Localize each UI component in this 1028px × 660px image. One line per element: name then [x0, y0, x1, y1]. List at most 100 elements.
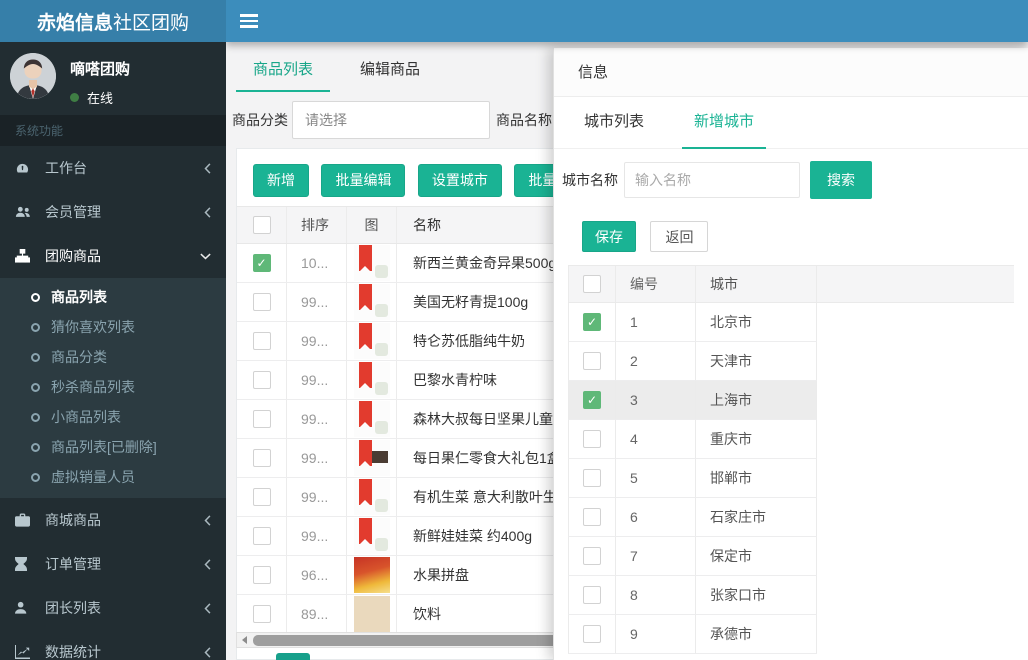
city-checkbox[interactable] [583, 469, 601, 487]
filler-cell [817, 459, 1014, 498]
dashboard-icon [15, 161, 37, 176]
row-checkbox[interactable] [252, 605, 271, 623]
city-row: 1 北京市 [568, 303, 1014, 342]
row-checkbox[interactable] [252, 371, 271, 389]
city-checkbox[interactable] [583, 352, 601, 370]
pagination-button[interactable] [276, 653, 310, 660]
city-select-all-checkbox[interactable] [583, 275, 601, 293]
category-filter-label: 商品分类 [232, 112, 288, 128]
submenu-item[interactable]: 商品列表[已删除] [0, 432, 226, 462]
city-table-header: 编号 城市 [568, 265, 1014, 303]
ribbon-tag-icon [358, 440, 372, 467]
row-checkbox[interactable] [252, 293, 271, 311]
product-thumb [353, 323, 390, 359]
city-checkbox[interactable] [583, 547, 601, 565]
row-checkbox[interactable] [252, 332, 271, 350]
chart-line-icon [15, 645, 37, 659]
scroll-left-arrow-icon[interactable] [237, 633, 251, 647]
sitemap-icon [15, 249, 37, 263]
product-thumb [353, 440, 390, 476]
search-button[interactable]: 搜索 [810, 161, 872, 199]
ribbon-tag-icon [358, 323, 372, 350]
circle-o-icon [31, 412, 40, 422]
city-checkbox[interactable] [583, 313, 601, 331]
tab-product-list[interactable]: 商品列表 [236, 50, 331, 92]
ribbon-tag-icon [358, 362, 372, 389]
row-checkbox[interactable] [252, 254, 271, 272]
sidebar-item-label: 订单管理 [45, 556, 101, 572]
submenu-item[interactable]: 秒杀商品列表 [0, 372, 226, 402]
city-name-cell: 上海市 [696, 381, 817, 420]
category-select-value: 请选择 [305, 112, 347, 128]
city-checkbox[interactable] [583, 391, 601, 409]
filler-cell [817, 420, 1014, 459]
circle-o-icon [31, 322, 40, 332]
city-id-cell: 2 [616, 342, 696, 381]
sidebar-item-group-products[interactable]: 团购商品 [0, 234, 226, 278]
tab-add-city[interactable]: 新增城市 [682, 97, 767, 149]
product-thumb [353, 245, 390, 281]
city-name-input[interactable] [624, 162, 800, 198]
modal-title: 信息 [554, 48, 1028, 97]
brand-logo[interactable]: 赤焰信息 社区团购 [0, 0, 226, 42]
product-thumb [353, 362, 390, 398]
sidebar-item-workbench[interactable]: 工作台 [0, 146, 226, 190]
filler-cell [817, 303, 1014, 342]
sidebar-item-leaders[interactable]: 团长列表 [0, 586, 226, 630]
sidebar-item-stats[interactable]: 数据统计 [0, 630, 226, 660]
sidebar-toggle-button[interactable] [226, 0, 272, 42]
status-label: 在线 [87, 91, 114, 106]
user-panel: 嘀嗒团购 在线 [0, 42, 226, 115]
row-checkbox[interactable] [252, 410, 271, 428]
city-checkbox[interactable] [583, 625, 601, 643]
back-button[interactable]: 返回 [650, 221, 709, 252]
modal-actions: 保存 返回 [554, 211, 1028, 262]
save-button[interactable]: 保存 [582, 221, 636, 252]
filter-bar: 商品分类 请选择 商品名称 [226, 100, 552, 140]
chevron-left-icon [204, 602, 211, 614]
product-thumb [353, 284, 390, 320]
sort-cell: 99... [287, 361, 347, 399]
ribbon-tag-icon [358, 284, 372, 311]
city-checkbox[interactable] [583, 430, 601, 448]
select-all-checkbox[interactable] [252, 216, 271, 234]
city-checkbox[interactable] [583, 586, 601, 604]
category-select[interactable]: 请选择 [292, 101, 490, 139]
tab-edit-product[interactable]: 编辑商品 [343, 50, 437, 92]
row-checkbox[interactable] [252, 566, 271, 584]
sort-cell: 10... [287, 244, 347, 282]
sidebar-item-mall-products[interactable]: 商城商品 [0, 498, 226, 542]
city-id-cell: 9 [616, 615, 696, 654]
city-name-cell: 石家庄市 [696, 498, 817, 537]
tab-city-list[interactable]: 城市列表 [572, 97, 656, 149]
city-name-cell: 重庆市 [696, 420, 817, 459]
city-id-cell: 4 [616, 420, 696, 459]
submenu-item[interactable]: 虚拟销量人员 [0, 462, 226, 492]
submenu-item[interactable]: 小商品列表 [0, 402, 226, 432]
chevron-left-icon [204, 514, 211, 526]
batch-edit-button[interactable]: 批量编辑 [321, 164, 406, 197]
chevron-down-icon [200, 253, 211, 260]
chevron-left-icon [204, 646, 211, 658]
sidebar-item-orders[interactable]: 订单管理 [0, 542, 226, 586]
submenu-item[interactable]: 商品分类 [0, 342, 226, 372]
add-button[interactable]: 新增 [253, 164, 309, 197]
row-checkbox[interactable] [252, 449, 271, 467]
avatar [10, 53, 56, 99]
submenu-item[interactable]: 商品列表 [0, 282, 226, 312]
row-checkbox[interactable] [252, 527, 271, 545]
set-city-button[interactable]: 设置城市 [417, 164, 502, 197]
city-row: 3 上海市 [568, 381, 1014, 420]
submenu-item-label: 猜你喜欢列表 [51, 319, 135, 335]
city-id-cell: 1 [616, 303, 696, 342]
users-icon [15, 205, 37, 219]
city-search-bar: 城市名称 搜索 [554, 149, 1028, 211]
sidebar-item-label: 工作台 [45, 160, 87, 176]
sidebar-item-members[interactable]: 会员管理 [0, 190, 226, 234]
row-checkbox[interactable] [252, 488, 271, 506]
city-row: 8 张家口市 [568, 576, 1014, 615]
chevron-left-icon [204, 206, 211, 218]
submenu-item[interactable]: 猜你喜欢列表 [0, 312, 226, 342]
city-checkbox[interactable] [583, 508, 601, 526]
city-name-cell: 天津市 [696, 342, 817, 381]
